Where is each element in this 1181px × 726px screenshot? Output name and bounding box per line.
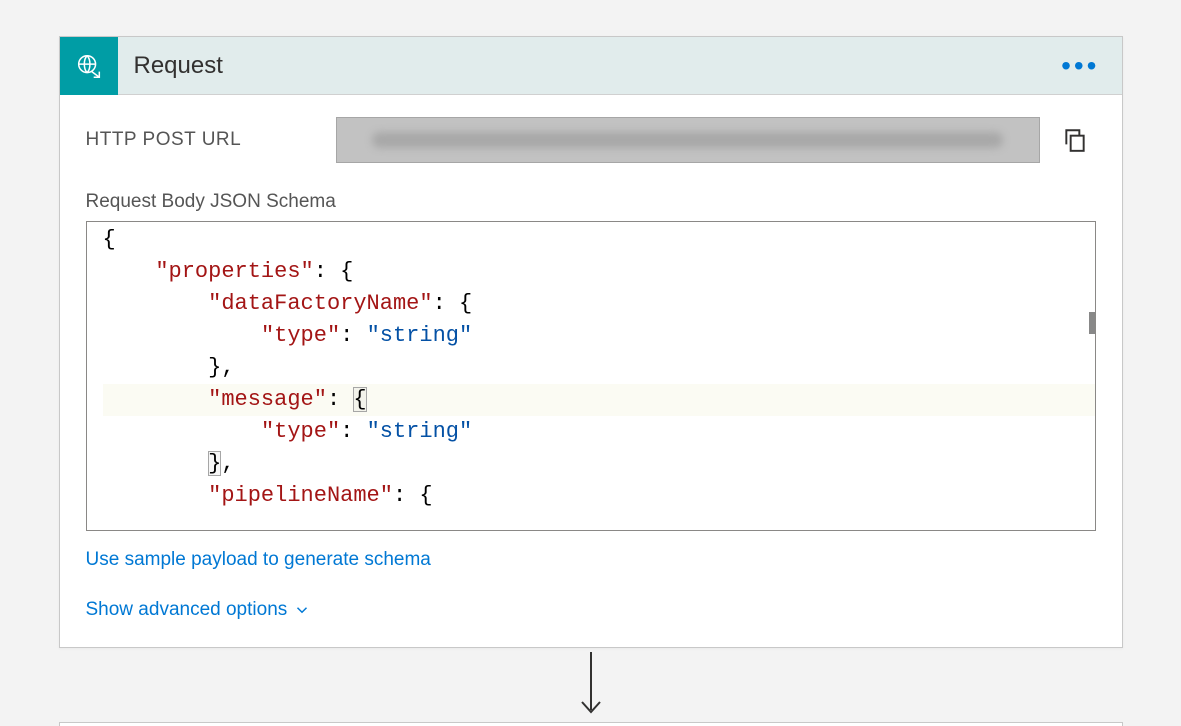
code-content: { "properties": { "dataFactoryName": { "… (87, 222, 1095, 512)
code-line: "dataFactoryName": { (103, 288, 1095, 320)
arrow-down-icon (576, 652, 606, 722)
card-body: HTTP POST URL Request Body JSON Schema {… (60, 95, 1122, 647)
link-label: Show advanced options (86, 599, 288, 621)
code-line: "properties": { (103, 256, 1095, 288)
show-advanced-options-link[interactable]: Show advanced options (86, 599, 312, 621)
http-url-row: HTTP POST URL (86, 117, 1096, 163)
ellipsis-icon: ••• (1061, 50, 1099, 81)
code-line: { (103, 224, 1095, 256)
code-line: }, (103, 448, 1095, 480)
next-card-peek (59, 722, 1123, 726)
card-header[interactable]: Request ••• (60, 37, 1122, 95)
chevron-down-icon (293, 601, 311, 619)
request-trigger-icon (60, 37, 118, 95)
schema-editor[interactable]: { "properties": { "dataFactoryName": { "… (86, 221, 1096, 531)
request-card: Request ••• HTTP POST URL Request Body J… (59, 36, 1123, 648)
code-line: "message": { (103, 384, 1095, 416)
card-title: Request (118, 52, 1040, 80)
code-line: }, (103, 352, 1095, 384)
card-menu-button[interactable]: ••• (1039, 52, 1121, 80)
http-url-redacted (372, 132, 1004, 148)
code-line: "type": "string" (103, 320, 1095, 352)
copy-url-button[interactable] (1054, 127, 1096, 153)
use-sample-payload-link[interactable]: Use sample payload to generate schema (86, 549, 431, 571)
copy-icon (1062, 127, 1088, 153)
link-label: Use sample payload to generate schema (86, 549, 431, 571)
flow-connector (0, 652, 1181, 722)
http-url-label: HTTP POST URL (86, 129, 336, 151)
http-url-field[interactable] (336, 117, 1040, 163)
code-line: "type": "string" (103, 416, 1095, 448)
schema-label: Request Body JSON Schema (86, 191, 1096, 213)
code-line: "pipelineName": { (103, 480, 1095, 512)
